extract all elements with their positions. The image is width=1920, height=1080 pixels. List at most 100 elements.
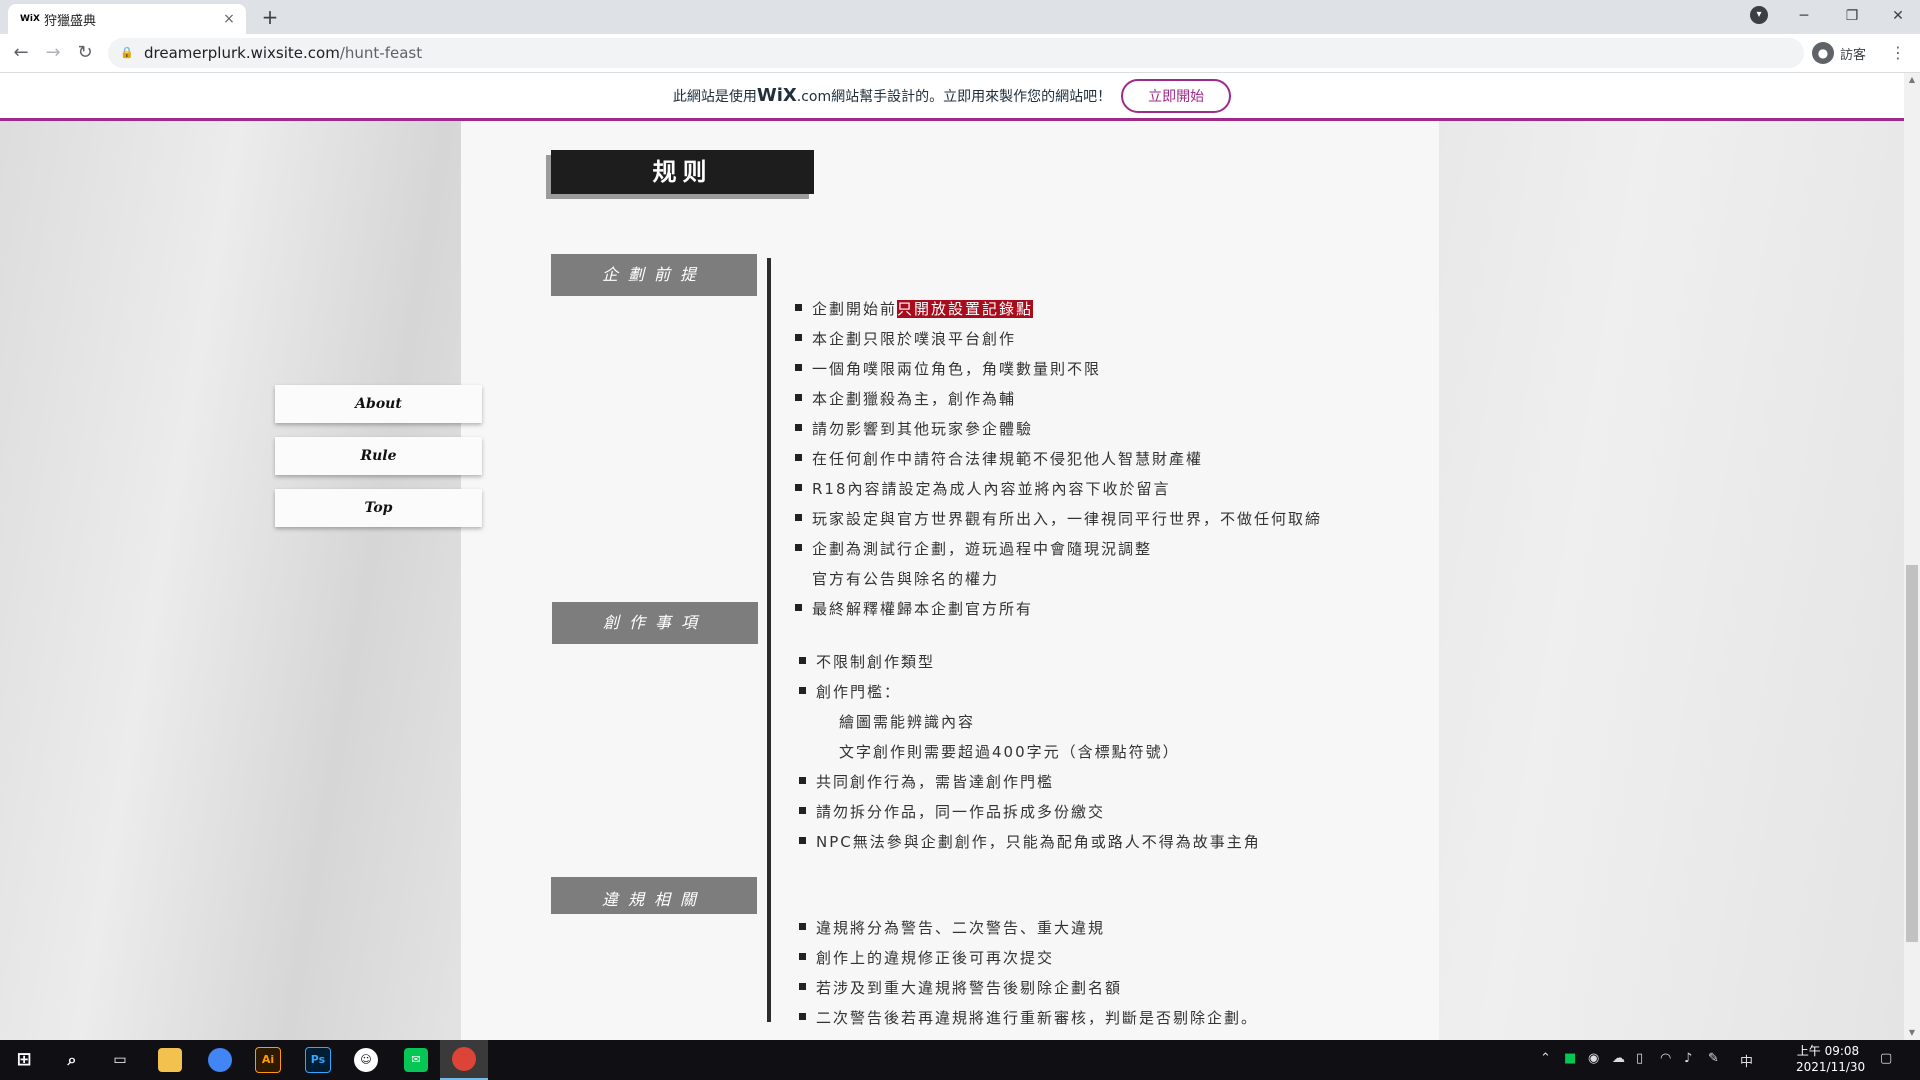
back-arrow-icon[interactable]: ← [10,42,32,64]
list-item: R18內容請設定為成人內容並將內容下收於留言 [795,474,1322,504]
list-subitem: 繪圖需能辨識內容 [839,713,976,731]
bullet-icon [795,364,802,371]
bullet-icon [799,953,806,960]
list-item: 企劃開始前只開放設置記錄點 [795,294,1322,324]
list-item: 請勿影響到其他玩家參企體驗 [795,414,1322,444]
bullet-icon [795,604,802,611]
tab-search-icon[interactable]: ▾ [1750,6,1768,24]
list-item: 違規將分為警告、二次警告、重大違規 [799,913,1258,943]
url-text: dreamerplurk.wixsite.com/hunt-feast [144,44,423,62]
battery-icon[interactable]: ▯ [1636,1051,1643,1066]
browser-tab[interactable]: WiX 狩獵盛典 × [8,4,246,34]
list-item: 請勿拆分作品，同一作品拆成多份繳交 [799,797,1261,827]
illustrator-icon[interactable]: Ai [244,1040,292,1080]
task-view-icon[interactable]: ▭ [96,1040,144,1080]
browser-tab-strip: WiX 狩獵盛典 × + ▾ ─ ❐ ✕ [0,0,1920,34]
avatar-icon: ● [1812,42,1834,64]
tab-close-icon[interactable]: × [220,10,238,28]
violation-list: 違規將分為警告、二次警告、重大違規 創作上的違規修正後可再次提交 若涉及到重大違… [799,913,1258,1033]
page-scrollbar[interactable]: ▲ ▼ [1904,73,1920,1040]
list-item: 二次警告後若再違規將進行重新審核，判斷是否剔除企劃。 [799,1003,1258,1033]
list-item-continuation: 官方有公告與除名的權力 [812,570,1000,588]
list-item: 一個角噗限兩位角色，角噗數量則不限 [795,354,1322,384]
bullet-icon [795,544,802,551]
bullet-icon [799,687,806,694]
bullet-icon [795,514,802,521]
lock-icon: 🔒 [120,46,134,59]
minimize-button[interactable]: ─ [1784,4,1824,28]
chrome-profile-icon[interactable] [196,1040,244,1080]
photoshop-icon[interactable]: Ps [294,1040,342,1080]
wix-banner-text: 此網站是使用WiX.com網站幫手設計的。立即用來製作您的網站吧！ [672,85,1112,106]
vertical-divider [767,258,771,1022]
list-subitem: 文字創作則需要超過400字元（含標點符號） [839,743,1180,761]
pen-icon[interactable]: ✎ [1708,1051,1719,1066]
page-title: 规则 [551,150,814,194]
bullet-icon [795,304,802,311]
bullet-icon [795,424,802,431]
bullet-icon [799,1013,806,1020]
list-item: 不限制創作類型 [799,647,1261,677]
menu-top-button[interactable]: Top [275,489,482,527]
side-menu: About Rule Top [275,385,482,541]
address-bar[interactable]: 🔒 dreamerplurk.wixsite.com/hunt-feast [108,38,1804,68]
creation-list: 不限制創作類型 創作門檻： 繪圖需能辨識內容 文字創作則需要超過400字元（含標… [799,647,1261,857]
notification-icon[interactable]: ▢ [1880,1051,1892,1066]
browser-menu-icon[interactable]: ⋮ [1890,42,1906,64]
list-item: 本企劃只限於噗浪平台創作 [795,324,1322,354]
close-window-button[interactable]: ✕ [1878,4,1918,28]
list-item: 企劃為測試行企劃，遊玩過程中會隨現況調整 [795,534,1322,564]
list-item: 最終解釋權歸本企劃官方所有 [795,594,1322,624]
windows-start-icon[interactable]: ⊞ [0,1040,48,1080]
profile-label: 訪客 [1840,47,1867,63]
bullet-icon [799,983,806,990]
system-clock[interactable]: 上午 09:08 2021/11/30 [1796,1043,1866,1075]
bullet-icon [795,454,802,461]
list-item: 若涉及到重大違規將警告後剔除企劃名額 [799,973,1258,1003]
profile-button[interactable]: ● 訪客 [1812,40,1866,66]
list-item: 共同創作行為，需皆達創作門檻 [799,767,1261,797]
bullet-icon [799,777,806,784]
bullet-icon [799,923,806,930]
list-item: 玩家設定與官方世界觀有所出入，一律視同平行世界，不做任何取締 [795,504,1322,534]
scrollbar-thumb[interactable] [1906,565,1918,942]
restore-button[interactable]: ❐ [1832,4,1872,28]
scroll-down-icon[interactable]: ▼ [1904,1026,1920,1040]
bullet-icon [795,334,802,341]
bullet-icon [799,837,806,844]
tab-title: 狩獵盛典 [44,13,97,29]
bullet-icon [795,394,802,401]
discord-tray-icon[interactable]: ◉ [1588,1051,1599,1066]
new-tab-button[interactable]: + [260,7,280,27]
wix-ad-banner: 此網站是使用WiX.com網站幫手設計的。立即用來製作您的網站吧！ 立即開始 [0,73,1904,121]
wix-favicon-icon: WiX [20,14,40,24]
section-heading-creation: 創作事項 [552,602,758,644]
start-now-button[interactable]: 立即開始 [1121,78,1232,113]
premise-list: 企劃開始前只開放設置記錄點 本企劃只限於噗浪平台創作 一個角噗限兩位角色，角噗數… [795,294,1322,624]
file-explorer-icon[interactable] [146,1040,194,1080]
line-tray-icon[interactable]: ■ [1564,1051,1576,1066]
section-heading-violation: 違規相關 [551,877,757,914]
forward-arrow-icon[interactable]: → [42,42,64,64]
menu-about-button[interactable]: About [275,385,482,423]
reload-icon[interactable]: ↻ [74,42,96,64]
plurk-icon[interactable]: ☺ [342,1040,390,1080]
wifi-icon[interactable]: ◠ [1660,1051,1671,1066]
chrome-icon[interactable] [440,1040,488,1080]
search-icon[interactable]: ⌕ [48,1040,96,1080]
menu-rule-button[interactable]: Rule [275,437,482,475]
scroll-up-icon[interactable]: ▲ [1904,73,1920,87]
bullet-icon [795,484,802,491]
ime-indicator[interactable]: 中 [1740,1051,1753,1070]
line-icon[interactable]: ✉ [392,1040,440,1080]
list-item: NPC無法參與企劃創作，只能為配角或路人不得為故事主角 [799,827,1261,857]
volume-icon[interactable]: ♪ [1684,1051,1692,1066]
browser-toolbar: ← → ↻ 🔒 dreamerplurk.wixsite.com/hunt-fe… [0,34,1920,73]
list-item: 創作門檻： [799,677,1261,707]
tray-chevron-icon[interactable]: ⌃ [1540,1051,1551,1066]
clock-date: 2021/11/30 [1796,1060,1866,1074]
onedrive-icon[interactable]: ☁ [1612,1051,1625,1066]
section-heading-premise: 企劃前提 [551,254,757,296]
list-item: 在任何創作中請符合法律規範不侵犯他人智慧財產權 [795,444,1322,474]
list-item: 本企劃獵殺為主，創作為輔 [795,384,1322,414]
